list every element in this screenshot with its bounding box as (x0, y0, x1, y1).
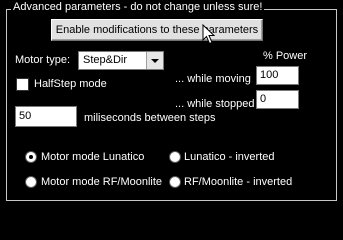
power-stopped-label: ... while stopped (175, 98, 255, 110)
chevron-down-icon[interactable] (146, 52, 163, 69)
radio-rf-moonlite-inverted[interactable] (169, 176, 181, 188)
step-delay-input[interactable]: 50 (15, 106, 77, 127)
lunatico-inverted-label: Lunatico - inverted (184, 151, 275, 163)
radio-lunatico-inverted[interactable] (169, 151, 181, 163)
halfstep-label: HalfStep mode (34, 78, 107, 90)
step-delay-label: miliseconds between steps (84, 112, 216, 124)
halfstep-checkbox[interactable] (16, 78, 29, 91)
enable-modifications-button[interactable]: Enable modifications to these parameters (51, 19, 263, 41)
power-moving-input[interactable]: 100 (256, 66, 299, 85)
motor-mode-rf-moonlite-label: Motor mode RF/Moonlite (41, 176, 163, 188)
motor-mode-lunatico-label: Motor mode Lunatico (41, 151, 145, 163)
radio-motor-mode-lunatico[interactable] (25, 151, 37, 163)
power-stopped-input[interactable]: 0 (256, 90, 299, 109)
rf-moonlite-inverted-label: RF/Moonlite - inverted (184, 176, 293, 188)
power-moving-label: ... while moving (175, 73, 251, 85)
motor-type-select[interactable]: Step&Dir (78, 51, 164, 70)
motor-type-value: Step&Dir (83, 54, 128, 66)
mouse-cursor-icon (202, 24, 216, 45)
motor-type-label: Motor type: (15, 54, 71, 66)
radio-motor-mode-rf-moonlite[interactable] (25, 176, 37, 188)
group-legend: Advanced parameters - do not change unle… (11, 1, 265, 13)
power-header: % Power (263, 50, 308, 62)
